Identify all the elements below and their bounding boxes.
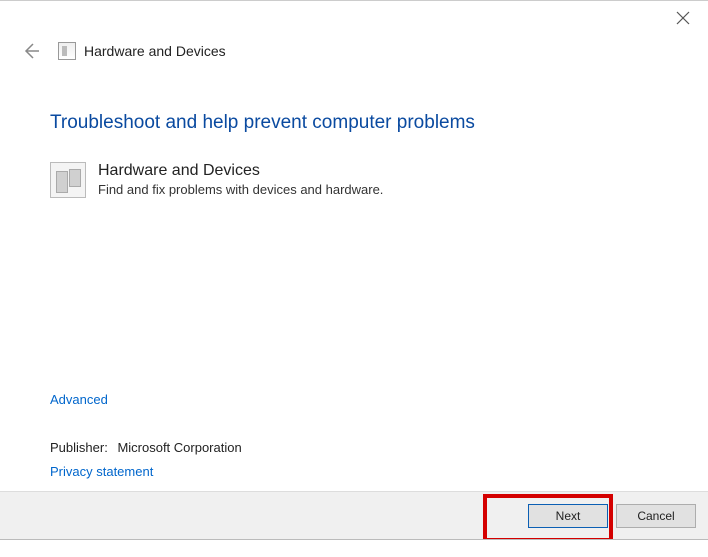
window-title: Hardware and Devices bbox=[84, 43, 226, 59]
main-heading: Troubleshoot and help prevent computer p… bbox=[50, 112, 658, 134]
next-button[interactable]: Next bbox=[528, 504, 608, 528]
close-icon[interactable] bbox=[676, 11, 690, 25]
back-arrow-icon bbox=[22, 42, 40, 60]
window-border bbox=[0, 539, 708, 557]
devices-icon bbox=[50, 162, 86, 198]
item-title: Hardware and Devices bbox=[98, 162, 383, 180]
cancel-button[interactable]: Cancel bbox=[616, 504, 696, 528]
publisher-value: Microsoft Corporation bbox=[117, 440, 241, 455]
item-description: Find and fix problems with devices and h… bbox=[98, 182, 383, 197]
advanced-link[interactable]: Advanced bbox=[50, 392, 108, 407]
hardware-icon bbox=[58, 42, 76, 60]
troubleshooter-item: Hardware and Devices Find and fix proble… bbox=[50, 162, 658, 198]
privacy-statement-link[interactable]: Privacy statement bbox=[50, 464, 153, 479]
footer-bar: Next Cancel bbox=[0, 491, 708, 539]
publisher-label: Publisher: bbox=[50, 440, 108, 455]
publisher-line: Publisher: Microsoft Corporation bbox=[50, 440, 242, 455]
